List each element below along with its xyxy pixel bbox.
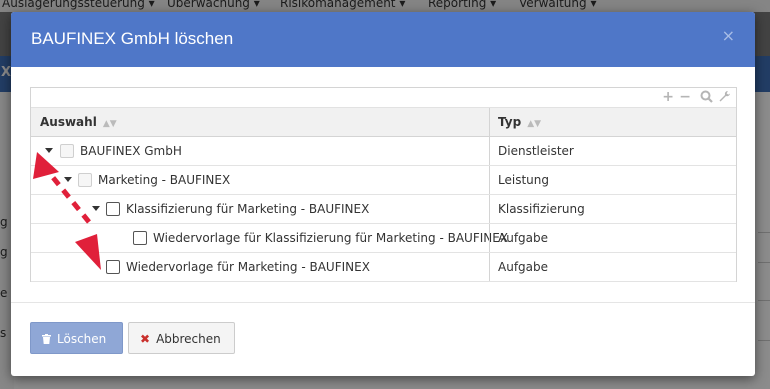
column-header-typ[interactable]: Typ ▲▼	[498, 108, 541, 136]
sort-icon[interactable]: ▲▼	[103, 119, 117, 129]
cancel-button[interactable]: ✖ Abbrechen	[128, 322, 235, 354]
cancel-icon: ✖	[140, 332, 151, 346]
column-divider	[489, 224, 490, 252]
table-row[interactable]: BAUFINEX GmbH Dienstleister	[31, 137, 736, 166]
table-row[interactable]: Klassifizierung für Marketing - BAUFINEX…	[31, 195, 736, 224]
row-type: Aufgabe	[498, 260, 549, 274]
wrench-icon[interactable]	[718, 90, 731, 107]
column-divider	[489, 137, 490, 165]
row-label: Wiedervorlage für Klassifizierung für Ma…	[153, 231, 509, 245]
grid-toolbar: + −	[31, 88, 736, 108]
row-checkbox[interactable]	[106, 260, 120, 274]
row-checkbox[interactable]	[106, 202, 120, 216]
delete-dialog: BAUFINEX GmbH löschen × + − Auswahl ▲▼ Ty…	[11, 12, 755, 376]
table-row[interactable]: Wiedervorlage für Klassifizierung für Ma…	[31, 224, 736, 253]
delete-button-label: Löschen	[57, 332, 107, 346]
row-label: Wiedervorlage für Marketing - BAUFINEX	[126, 260, 370, 274]
row-type: Dienstleister	[498, 144, 574, 158]
row-selection-cell: Klassifizierung für Marketing - BAUFINEX	[31, 195, 489, 223]
cancel-button-label: Abbrechen	[156, 332, 221, 346]
caret-down-icon[interactable]	[64, 177, 72, 182]
column-header-auswahl[interactable]: Auswahl ▲▼	[40, 108, 117, 136]
row-selection-cell: Wiedervorlage für Klassifizierung für Ma…	[31, 224, 508, 252]
search-icon[interactable]	[700, 90, 713, 107]
close-icon[interactable]: ×	[722, 26, 735, 45]
add-icon[interactable]: +	[662, 89, 674, 105]
row-selection-cell: Marketing - BAUFINEX	[31, 166, 489, 194]
dialog-header: BAUFINEX GmbH löschen ×	[11, 12, 755, 67]
sort-icon[interactable]: ▲▼	[527, 119, 541, 129]
table-row[interactable]: Wiedervorlage für Marketing - BAUFINEX A…	[31, 253, 736, 282]
row-checkbox	[60, 144, 74, 158]
row-type: Aufgabe	[498, 231, 549, 245]
caret-down-icon[interactable]	[45, 148, 53, 153]
column-divider	[489, 253, 490, 281]
delete-button[interactable]: Löschen	[30, 322, 123, 354]
row-selection-cell: Wiedervorlage für Marketing - BAUFINEX	[31, 253, 489, 281]
remove-icon[interactable]: −	[679, 89, 691, 105]
row-checkbox[interactable]	[133, 231, 147, 245]
row-label: Marketing - BAUFINEX	[98, 173, 231, 187]
column-divider	[489, 166, 490, 194]
dialog-title: BAUFINEX GmbH löschen	[31, 29, 234, 48]
row-checkbox	[78, 173, 92, 187]
table-row[interactable]: Marketing - BAUFINEX Leistung	[31, 166, 736, 195]
row-type: Leistung	[498, 173, 549, 187]
row-label: Klassifizierung für Marketing - BAUFINEX	[126, 202, 370, 216]
tree-grid: + − Auswahl ▲▼ Typ ▲▼ BAUFINEX GmbH Dienst…	[30, 87, 737, 282]
row-label: BAUFINEX GmbH	[80, 144, 182, 158]
column-divider	[489, 195, 490, 223]
dialog-footer: Löschen ✖ Abbrechen	[11, 302, 755, 376]
column-divider[interactable]	[489, 108, 490, 136]
grid-header: Auswahl ▲▼ Typ ▲▼	[31, 108, 736, 137]
row-type: Klassifizierung	[498, 202, 585, 216]
caret-down-icon[interactable]	[92, 206, 100, 211]
trash-icon	[42, 323, 51, 355]
row-selection-cell: BAUFINEX GmbH	[31, 137, 489, 165]
